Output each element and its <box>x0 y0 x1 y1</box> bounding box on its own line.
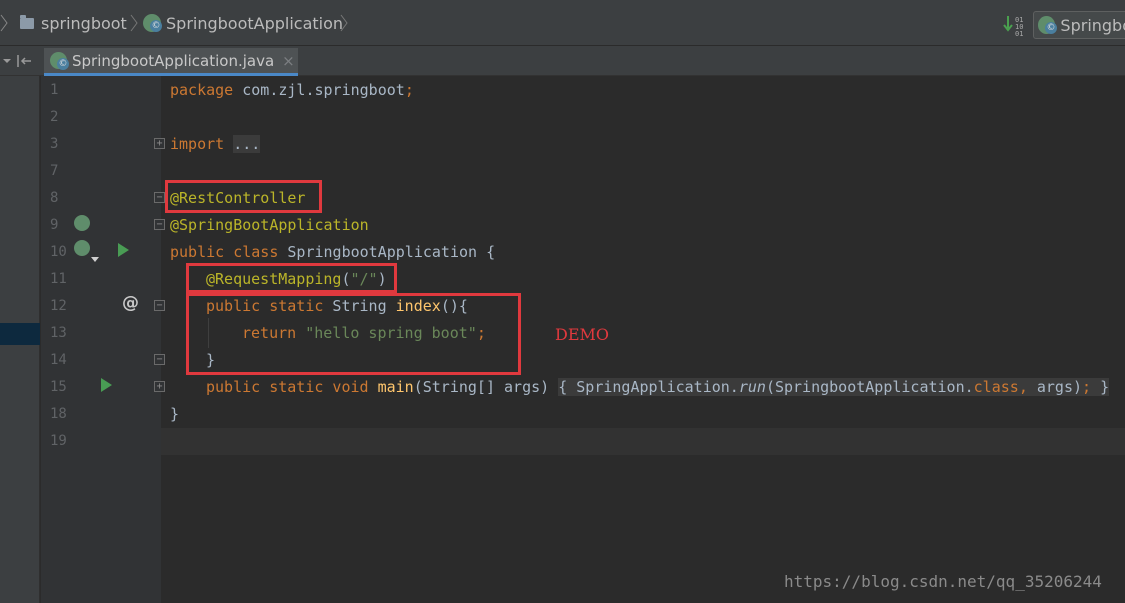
breadcrumb-edge <box>0 12 10 34</box>
breadcrumb-project[interactable]: springboot <box>20 12 127 34</box>
fold-icon[interactable]: + <box>154 381 165 392</box>
project-tool-strip <box>0 76 40 603</box>
fold-icon[interactable]: − <box>154 354 165 365</box>
run-configuration-label: Springbo <box>1060 15 1125 35</box>
collapse-left-icon[interactable] <box>16 54 32 68</box>
chevron-right-icon <box>130 14 138 32</box>
svg-text:01: 01 <box>1015 30 1023 36</box>
line-number: 1 <box>50 82 59 98</box>
line-number: 11 <box>50 271 67 287</box>
run-configuration-select[interactable]: Springbo <box>1033 11 1125 39</box>
breadcrumb-project-label: springboot <box>41 13 127 33</box>
code-line-1[interactable]: package com.zjl.springboot; <box>170 77 414 104</box>
chevron-right-icon <box>0 14 8 32</box>
tab-springboot-application-java[interactable]: SpringbootApplication.java × <box>44 48 298 76</box>
code-line-9[interactable]: @SpringBootApplication <box>170 212 369 239</box>
highlight-box-request-mapping <box>186 263 397 293</box>
line-number: 18 <box>50 406 67 422</box>
editor-tab-bar: SpringbootApplication.java × <box>0 46 1125 76</box>
line-number: 3 <box>50 136 59 152</box>
fold-icon[interactable]: + <box>154 138 165 149</box>
line-number: 7 <box>50 163 59 179</box>
line-number: 14 <box>50 352 67 368</box>
fold-icon[interactable]: − <box>154 300 165 311</box>
line-number: 12 <box>50 298 67 314</box>
code-line-15[interactable]: public static void main(String[] args) {… <box>206 374 1110 401</box>
breadcrumb-class-label: SpringbootApplication <box>166 13 344 33</box>
line-number: 15 <box>50 379 67 395</box>
fold-icon[interactable]: − <box>154 219 165 230</box>
line-number: 19 <box>50 433 67 449</box>
watermark: https://blog.csdn.net/qq_35206244 <box>784 572 1102 591</box>
current-line-highlight <box>161 428 1125 455</box>
bean-icon[interactable] <box>74 215 90 231</box>
spring-boot-icon <box>1038 16 1058 34</box>
at-icon[interactable]: @ <box>122 293 139 313</box>
dropdown-arrow-icon[interactable] <box>2 56 12 66</box>
run-icon[interactable] <box>101 378 112 392</box>
sort-icon[interactable]: 01 10 01 <box>1003 14 1025 36</box>
code-line-10[interactable]: public class SpringbootApplication { <box>170 239 495 266</box>
selection-marker <box>0 323 40 345</box>
spring-boot-icon <box>143 14 162 32</box>
line-number: 8 <box>50 190 59 206</box>
fold-icon[interactable]: − <box>154 192 165 203</box>
code-line-18[interactable]: } <box>170 401 179 428</box>
line-number: 2 <box>50 109 59 125</box>
demo-annotation: DEMO <box>555 325 610 344</box>
folder-icon <box>20 14 34 29</box>
bean-icon[interactable] <box>74 240 90 256</box>
close-icon[interactable]: × <box>282 52 295 70</box>
line-number: 13 <box>50 325 67 341</box>
highlight-box-rest-controller <box>165 180 322 213</box>
breadcrumb-class[interactable]: SpringbootApplication <box>143 12 343 34</box>
java-class-icon <box>50 52 69 70</box>
code-line-3[interactable]: import ... <box>170 131 261 158</box>
tab-label: SpringbootApplication.java <box>72 51 275 70</box>
chevron-right-icon <box>340 14 348 32</box>
highlight-box-index-method <box>186 293 521 375</box>
navigation-bar: springboot SpringbootApplication 01 10 0… <box>0 0 1125 46</box>
run-icon[interactable] <box>118 243 129 257</box>
dropdown-arrow-icon[interactable] <box>90 256 100 264</box>
